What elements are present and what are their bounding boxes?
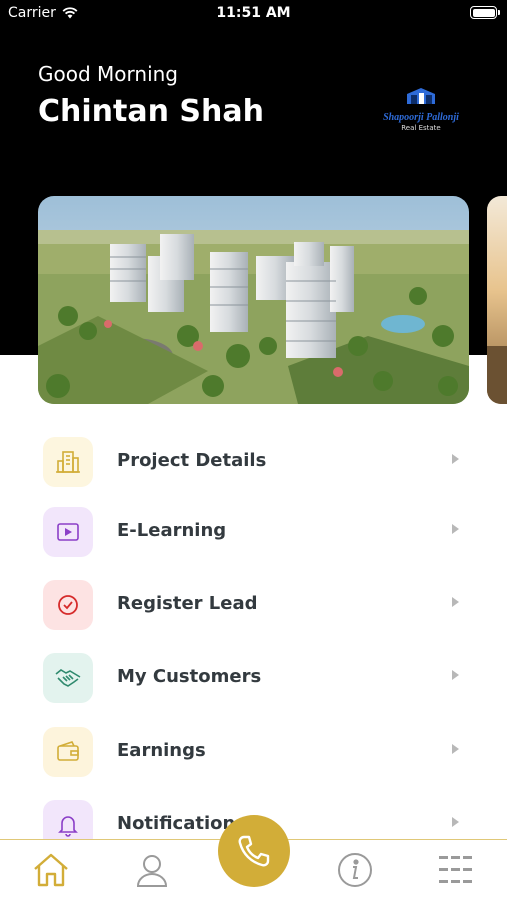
chevron-right-icon [452,454,459,464]
menu-item-label: Project Details [117,450,267,471]
menu-item-label: E-Learning [117,520,227,541]
menu-item-label: Register Lead [117,593,258,614]
chevron-right-icon [452,670,459,680]
logo-mark-icon [407,88,435,104]
menu-icon-box [43,653,93,703]
info-icon [338,853,372,887]
menu-item-e-learning[interactable]: E-Learning [0,498,507,564]
tab-home[interactable] [31,850,71,890]
status-bar: Carrier 11:51 AM [0,0,507,28]
building-icon [56,451,80,473]
logo-brand-text: Shapoorji Pallonji [383,112,459,123]
status-time: 11:51 AM [216,5,291,21]
menu-item-register-lead[interactable]: Register Lead [0,571,507,637]
menu-item-label: Earnings [117,740,206,761]
user-name: Chintan Shah [38,94,264,129]
tab-info[interactable] [335,850,375,890]
tab-more[interactable] [436,850,476,890]
menu-item-label: My Customers [117,666,262,687]
app-screen: Carrier 11:51 AM Good Morning Chintan Sh… [0,0,507,900]
next-banner-peek[interactable] [487,196,507,404]
battery-fill [472,8,495,17]
menu-icon-box [43,507,93,557]
check-circle-icon [58,595,78,615]
handshake-icon [55,669,81,687]
profile-icon [136,855,168,887]
phone-icon [238,835,270,867]
project-banner[interactable] [38,196,469,404]
menu-icon-box [43,727,93,777]
chevron-right-icon [452,817,459,827]
tab-profile[interactable] [132,850,172,890]
wallet-icon [57,741,79,761]
chevron-right-icon [452,597,459,607]
next-banner-image [487,196,507,404]
bell-icon [58,816,78,837]
menu-item-earnings[interactable]: Earnings [0,718,507,784]
home-icon [34,853,68,887]
project-banner-image [38,196,469,404]
menu-item-my-customers[interactable]: My Customers [0,644,507,710]
call-button[interactable] [218,815,290,887]
chevron-right-icon [452,744,459,754]
menu-grid-icon [439,856,472,883]
battery-icon [470,6,500,19]
play-video-icon [57,523,79,541]
menu-icon-box [43,580,93,630]
company-logo: Shapoorji Pallonji Real Estate [375,86,467,136]
logo-tagline-text: Real Estate [401,124,441,132]
menu-icon-box [43,437,93,487]
menu-item-project-details[interactable]: Project Details [0,428,507,494]
chevron-right-icon [452,524,459,534]
greeting-text: Good Morning [38,62,178,86]
